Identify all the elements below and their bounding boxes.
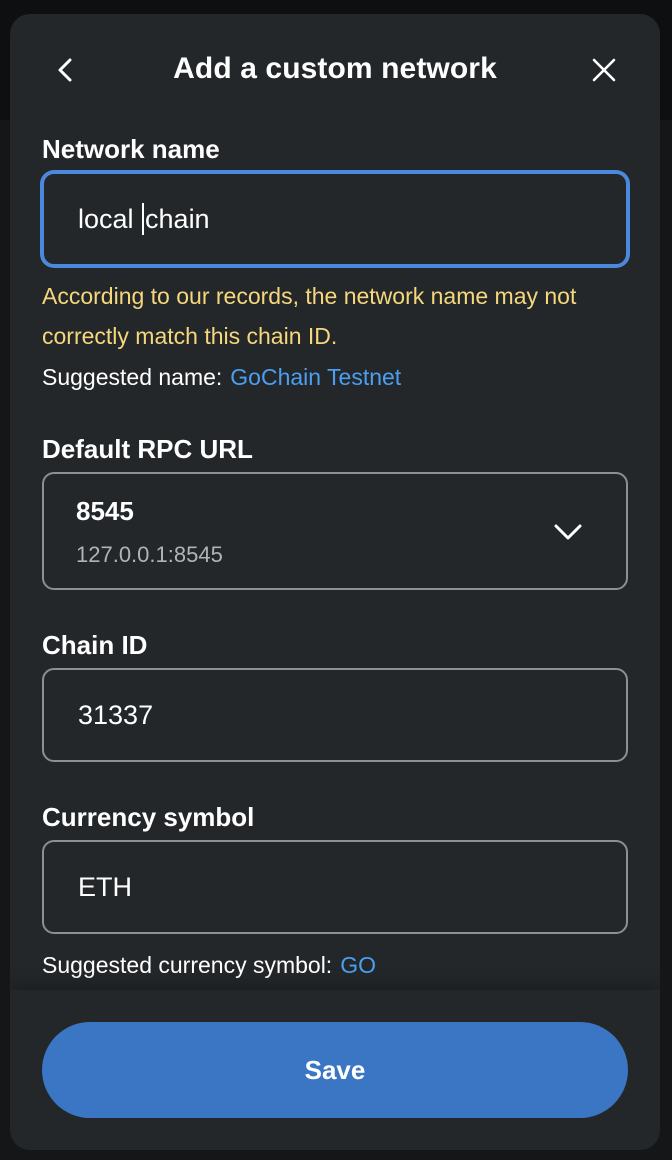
modal-header: Add a custom network xyxy=(10,14,660,126)
suggested-currency-row: Suggested currency symbol: GO xyxy=(42,952,376,979)
chain-id-value: 31337 xyxy=(78,699,154,730)
currency-symbol-input[interactable]: ETH xyxy=(42,840,628,934)
network-name-label: Network name xyxy=(42,134,220,164)
network-name-input[interactable]: local chain xyxy=(42,172,628,266)
network-name-warning: According to our records, the network na… xyxy=(42,283,577,349)
rpc-url-label: Default RPC URL xyxy=(42,434,253,464)
currency-symbol-value: ETH xyxy=(78,871,132,902)
currency-symbol-label: Currency symbol xyxy=(42,802,255,832)
suggested-name-label: Suggested name: xyxy=(42,364,223,390)
network-name-value-start: local xyxy=(78,203,142,234)
suggested-currency-link[interactable]: GO xyxy=(340,952,376,978)
modal-footer: Save xyxy=(10,990,660,1150)
text-caret xyxy=(142,203,145,235)
chain-id-input[interactable]: 31337 xyxy=(42,668,628,762)
rpc-selected-url: 127.0.0.1:8545 xyxy=(76,542,223,567)
chevron-down-icon xyxy=(554,524,582,540)
rpc-url-dropdown[interactable]: 8545 127.0.0.1:8545 xyxy=(42,472,628,590)
modal-title: Add a custom network xyxy=(173,52,497,85)
rpc-selected-name: 8545 xyxy=(76,496,134,526)
close-icon xyxy=(592,58,616,82)
add-network-modal: Add a custom network Network name local … xyxy=(10,14,660,1150)
suggested-name-row: Suggested name: GoChain Testnet xyxy=(42,364,401,391)
network-name-value-end: chain xyxy=(145,203,210,234)
close-button[interactable] xyxy=(584,50,624,90)
suggested-name-link[interactable]: GoChain Testnet xyxy=(230,364,401,390)
chain-id-label: Chain ID xyxy=(42,630,148,660)
save-button[interactable]: Save xyxy=(42,1022,628,1118)
suggested-currency-label: Suggested currency symbol: xyxy=(42,952,333,978)
